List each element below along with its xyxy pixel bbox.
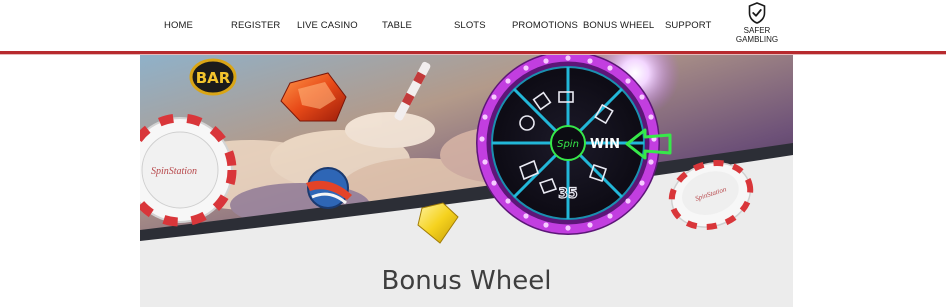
wheel-center-logo: Spin xyxy=(557,139,579,150)
main-content: BAR SpinStation 35 Spin WIN SpinStation … xyxy=(140,55,793,307)
chip-brand-text: SpinStation xyxy=(151,166,197,177)
top-navigation: HOME REGISTER LIVE CASINO TABLE SLOTS PR… xyxy=(0,0,946,52)
bar-symbol: BAR xyxy=(189,58,237,96)
nav-table[interactable]: TABLE xyxy=(382,20,412,31)
nav-promotions[interactable]: PROMOTIONS xyxy=(512,20,578,31)
nav-home[interactable]: HOME xyxy=(164,20,193,31)
safer-gambling-line2: GAMBLING xyxy=(735,35,779,44)
nav-register[interactable]: REGISTER xyxy=(231,20,280,31)
bar-symbol-text: BAR xyxy=(196,69,231,87)
nav-bonus-wheel[interactable]: BONUS WHEEL xyxy=(583,20,654,31)
nav-live-casino[interactable]: LIVE CASINO xyxy=(297,20,358,31)
bonus-wheel-banner: BAR SpinStation 35 Spin WIN SpinStation xyxy=(140,55,793,245)
wheel-number: 35 xyxy=(558,186,577,202)
nav-slots[interactable]: SLOTS xyxy=(454,20,486,31)
safer-gambling-line1: SAFER xyxy=(743,26,771,35)
page-title: Bonus Wheel xyxy=(381,266,552,296)
shield-check-icon xyxy=(748,2,766,24)
nav-support[interactable]: SUPPORT xyxy=(665,20,711,31)
wheel-win-text: WIN xyxy=(590,137,620,152)
nav-safer-gambling[interactable]: SAFER GAMBLING xyxy=(733,2,781,44)
spinstation-chip-left: SpinStation xyxy=(140,113,237,227)
